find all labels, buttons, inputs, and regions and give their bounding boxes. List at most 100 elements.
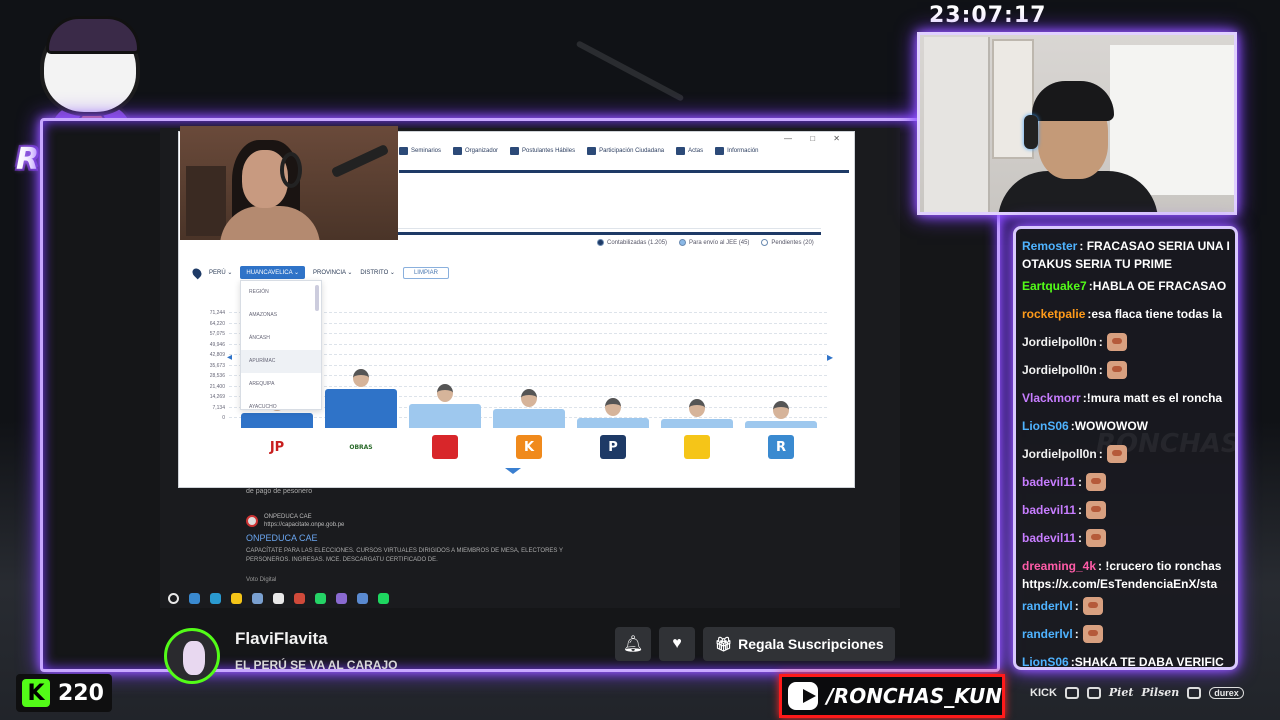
chat-separator: :	[1098, 335, 1103, 349]
chat-username[interactable]: badevil11	[1022, 501, 1076, 519]
taskbar-app-icon[interactable]	[189, 592, 200, 604]
background-wire	[575, 40, 685, 102]
follow-button[interactable]: ♥	[659, 627, 695, 661]
chat-username[interactable]: randerlvl	[1022, 597, 1073, 615]
vote-bar[interactable]	[577, 418, 649, 428]
chat-message: badevil11:	[1022, 529, 1235, 547]
streamer-avatar[interactable]	[164, 628, 220, 684]
next-result[interactable]: Voto Digital	[246, 577, 576, 583]
chat-username[interactable]: rocketpalie	[1022, 305, 1085, 323]
region-dropdown[interactable]: REGIÓN AMAZONAS ÁNCASH APURÍMAC AREQUIPA AYAC…	[240, 280, 322, 410]
province-filter[interactable]: PROVINCIA ⌄	[313, 269, 352, 276]
candidate-photo	[437, 384, 453, 402]
stream-title: EL PERÚ SE VA AL CARAJO	[235, 658, 398, 672]
emote-icon	[1106, 361, 1127, 379]
chat-message: Eartquake7: HABLA OE FRACASAO	[1022, 277, 1235, 295]
taskbar-app-icon[interactable]	[252, 592, 263, 604]
party-logo-icon[interactable]: R	[768, 435, 794, 459]
webcam-background-window	[1110, 45, 1234, 195]
taskbar-app-icon[interactable]	[336, 592, 347, 604]
emote-icon	[1106, 333, 1127, 351]
chat-username[interactable]: Jordielpoll0n	[1022, 445, 1097, 463]
party-logo-icon[interactable]: K	[516, 435, 542, 459]
dropdown-option[interactable]: ÁNCASH	[241, 327, 321, 350]
legend-label: Para envío al JEE (45)	[689, 239, 750, 246]
nav-item[interactable]: Actas	[676, 147, 703, 155]
chat-username[interactable]: badevil11	[1022, 473, 1076, 491]
candidate-photo	[353, 369, 369, 387]
result-description: CAPACÍTATE PARA LAS ELECCIONES. CURSOS V…	[246, 548, 563, 563]
chat-username[interactable]: badevil11	[1022, 529, 1076, 547]
dropdown-option[interactable]: REGIÓN	[241, 281, 321, 304]
nav-item[interactable]: Seminarios	[399, 147, 441, 155]
y-tick-label: 71,244	[209, 310, 225, 316]
party-logo-icon[interactable]	[684, 435, 710, 459]
gift-subs-label: Regala Suscripciones	[738, 636, 884, 652]
country-filter[interactable]: PERÚ ⌄	[209, 269, 232, 276]
nav-item[interactable]: Postulantes Hábiles	[510, 147, 575, 155]
result-site-url: https://capacitate.onpe.gob.pe	[264, 522, 345, 528]
result-source[interactable]: ONPEDUCA CAE https://capacitate.onpe.gob…	[246, 513, 576, 529]
search-icon[interactable]	[168, 592, 179, 604]
chat-username[interactable]: LionS06	[1022, 417, 1069, 435]
search-results: de pago de pesonero ONPEDUCA CAE https:/…	[246, 488, 576, 583]
legend-dot	[761, 239, 769, 246]
vote-bar[interactable]	[745, 421, 817, 428]
streamer-webcam	[917, 32, 1237, 215]
notifications-button[interactable]: 🔔︎	[615, 627, 651, 661]
dropdown-option[interactable]: APURÍMAC	[241, 350, 321, 373]
vote-bar[interactable]	[325, 389, 397, 428]
nav-item[interactable]: Organizador	[453, 147, 498, 155]
nav-label: Seminarios	[411, 148, 442, 154]
result-note: de pago de pesonero	[246, 488, 313, 495]
chat-username[interactable]: Jordielpoll0n	[1022, 361, 1097, 379]
nav-item[interactable]: Participación Ciudadana	[587, 147, 664, 155]
clear-button[interactable]: LIMPIAR	[402, 266, 449, 279]
y-tick-label: 28,536	[209, 373, 225, 379]
chart-prev-arrow[interactable]: ◂	[227, 352, 232, 363]
chat-username[interactable]: LionS06	[1022, 653, 1069, 667]
taskbar-app-icon[interactable]	[231, 592, 242, 604]
taskbar-app-icon[interactable]	[378, 592, 389, 604]
chat-username[interactable]: Eartquake7	[1022, 277, 1087, 295]
chat-text-continuation: OTAKUS SERIA TU PRIME	[1022, 257, 1173, 271]
nav-item[interactable]: Información	[715, 147, 759, 155]
chat-separator: :	[1074, 599, 1079, 613]
chart-next-arrow[interactable]: ▸	[827, 350, 833, 364]
taskbar-app-icon[interactable]	[357, 592, 368, 604]
dropdown-option[interactable]: AMAZONAS	[241, 304, 321, 327]
party-logo-icon[interactable]: P	[600, 435, 626, 459]
vote-bar[interactable]	[493, 409, 565, 428]
dropdown-option[interactable]: AREQUIPA	[241, 373, 321, 396]
taskbar-app-icon[interactable]	[210, 592, 221, 604]
viewer-count: 220	[58, 680, 104, 706]
emote-icon	[1086, 529, 1107, 547]
result-title-link[interactable]: ONPEDUCA CAE	[246, 533, 576, 543]
chat-message: dreaming_4k: !crucero tio ronchas https:/…	[1022, 557, 1235, 593]
region-select[interactable]: HUANCAVELICA ⌄	[240, 266, 305, 279]
chat-username[interactable]: randerlvl	[1022, 625, 1073, 643]
chat-username[interactable]: Jordielpoll0n	[1022, 333, 1097, 351]
chat-text: HABLA OE FRACASAO	[1093, 277, 1227, 295]
chat-username[interactable]: Remoster	[1022, 239, 1077, 253]
chat-text: FRACASAO SERIA UNA I	[1083, 239, 1230, 253]
chat-username[interactable]: dreaming_4k	[1022, 559, 1096, 573]
streamer-name[interactable]: FlaviFlavita	[235, 629, 328, 649]
stream-clock: 23:07:17	[929, 3, 1047, 28]
dropdown-option[interactable]: AYACUCHO	[241, 396, 321, 419]
gift-subs-button[interactable]: 🎁︎ Regala Suscripciones	[703, 627, 895, 661]
party-logo-icon[interactable]	[432, 435, 458, 459]
chat-username[interactable]: Vlackmorr	[1022, 389, 1081, 407]
party-logo-icon[interactable]: JP	[264, 435, 290, 459]
y-tick-label: 49,946	[209, 341, 225, 348]
chat-text-body: WOWOWOW	[1074, 419, 1148, 433]
vote-bar[interactable]	[661, 419, 733, 428]
taskbar-app-icon[interactable]	[273, 592, 284, 604]
y-tick-label: 35,673	[209, 362, 225, 369]
dropdown-scrollbar[interactable]	[315, 285, 319, 311]
party-logo-icon[interactable]: OBRAS	[348, 435, 374, 459]
district-filter[interactable]: DISTRITO ⌄	[360, 269, 395, 276]
vote-bar[interactable]	[409, 404, 481, 428]
taskbar-app-icon[interactable]	[294, 592, 305, 604]
taskbar-app-icon[interactable]	[315, 592, 326, 604]
